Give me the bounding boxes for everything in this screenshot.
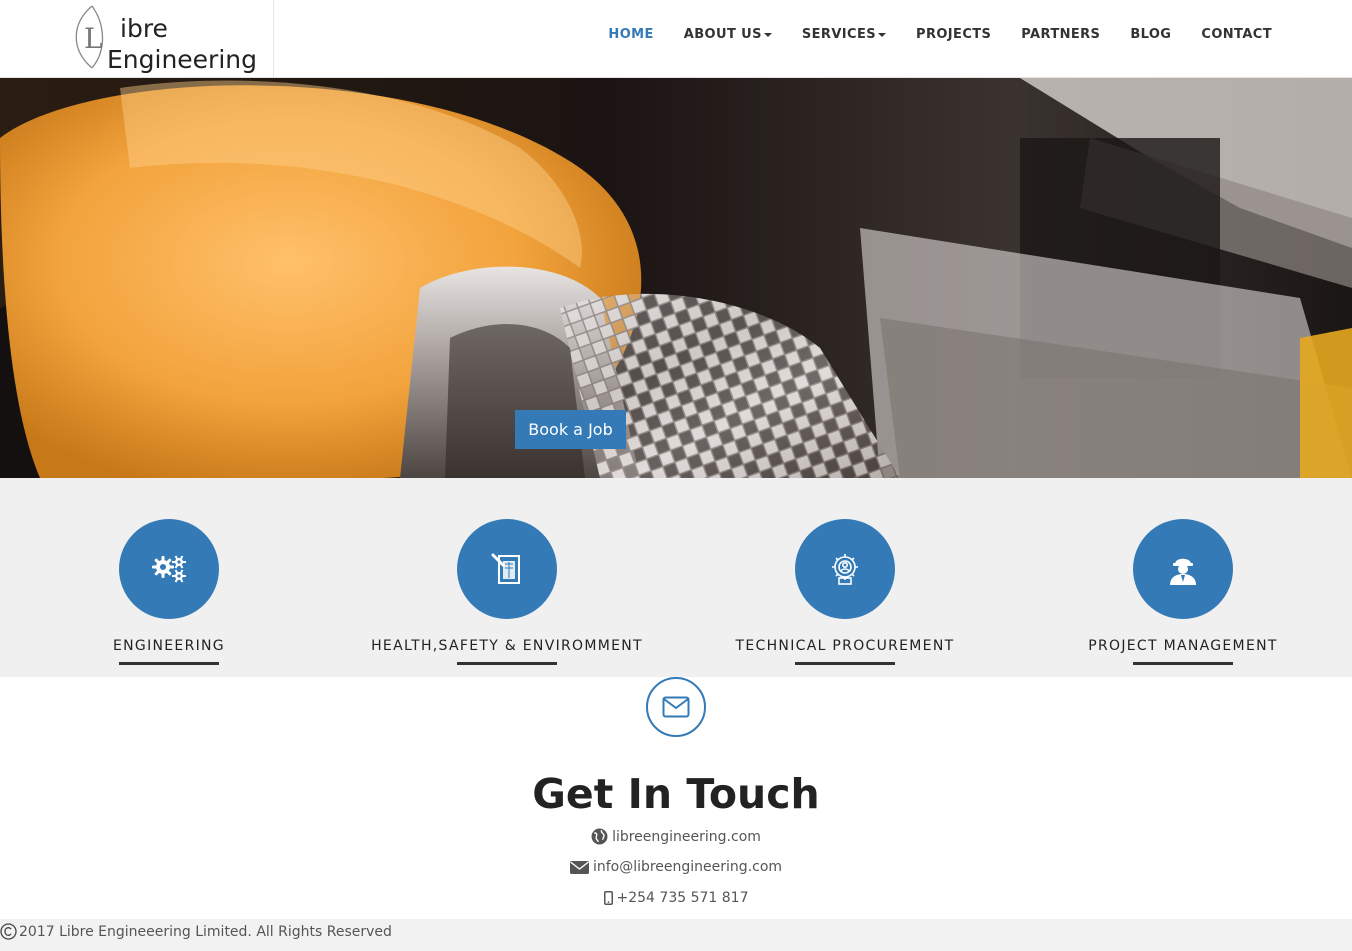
brand-name-line2: Engineering [107,45,257,74]
nav-services[interactable]: SERVICES [802,27,887,42]
copyright-text: 2017 Libre Engineeering Limited. All Rig… [19,923,392,940]
contact-phone: +254 735 571 817 [0,890,1352,906]
website-link[interactable]: libreengineering.com [612,829,761,845]
service-icon-circle[interactable] [795,519,895,619]
procurement-gear-icon [832,554,858,585]
service-icon-circle[interactable] [457,519,557,619]
gears-icon [152,555,186,583]
main-nav: HOME ABOUT US SERVICES PROJECTS PARTNERS… [578,27,1272,42]
caret-down-icon [878,32,887,37]
service-label: ENGINEERING [113,638,225,654]
brand-logo[interactable]: L ibre Engineering [73,0,274,77]
nav-home[interactable]: HOME [608,27,653,42]
copyright-icon [0,923,17,940]
envelope-icon [662,696,690,718]
hero-image [0,78,1352,478]
service-underline [119,662,219,665]
book-a-job-button[interactable]: Book a Job [515,410,626,449]
get-in-touch-title: Get In Touch [532,770,820,818]
nav-projects[interactable]: PROJECTS [916,27,991,42]
service-technical-procurement[interactable]: TECHNICAL PROCUREMENT [676,478,976,677]
copyright-line: 2017 Libre Engineeering Limited. All Rig… [0,923,392,940]
blueprint-icon [491,553,520,584]
service-project-management[interactable]: PROJECT MANAGEMENT [1014,478,1314,677]
envelope-circle [646,677,706,737]
email-link[interactable]: info@libreengineering.com [593,859,782,875]
nav-partners[interactable]: PARTNERS [1021,27,1100,42]
service-underline [795,662,895,665]
globe-icon [591,828,608,845]
service-label: TECHNICAL PROCUREMENT [735,638,955,654]
service-icon-circle[interactable] [119,519,219,619]
logo-letter: L [84,22,103,55]
envelope-icon [569,860,589,874]
site-header: L ibre Engineering HOME ABOUT US SERVICE… [0,0,1352,78]
logo-mark-icon: L [75,5,104,69]
nav-about-us[interactable]: ABOUT US [684,27,772,42]
service-label: HEALTH,SAFETY & ENVIROMMENT [371,638,643,654]
service-underline [1133,662,1233,665]
service-health-safety[interactable]: HEALTH,SAFETY & ENVIROMMENT [338,478,642,677]
contact-email: info@libreengineering.com [0,859,1352,875]
engineer-icon [1170,558,1196,585]
service-icon-circle[interactable] [1133,519,1233,619]
mobile-phone-icon [603,891,613,905]
nav-blog[interactable]: BLOG [1130,27,1171,42]
caret-down-icon [763,32,772,37]
nav-contact[interactable]: CONTACT [1201,27,1272,42]
hero-banner: Book a Job [0,78,1352,478]
service-underline [457,662,557,665]
phone-number[interactable]: +254 735 571 817 [617,890,749,906]
contact-website: libreengineering.com [0,828,1352,845]
site-footer: 2017 Libre Engineeering Limited. All Rig… [0,919,1352,951]
service-engineering[interactable]: ENGINEERING [0,478,300,677]
brand-name-line1: ibre [120,14,168,43]
service-label: PROJECT MANAGEMENT [1088,638,1278,654]
services-section: ENGINEERING HEALTH,SAFETY & ENVIROMMENT [0,478,1352,677]
